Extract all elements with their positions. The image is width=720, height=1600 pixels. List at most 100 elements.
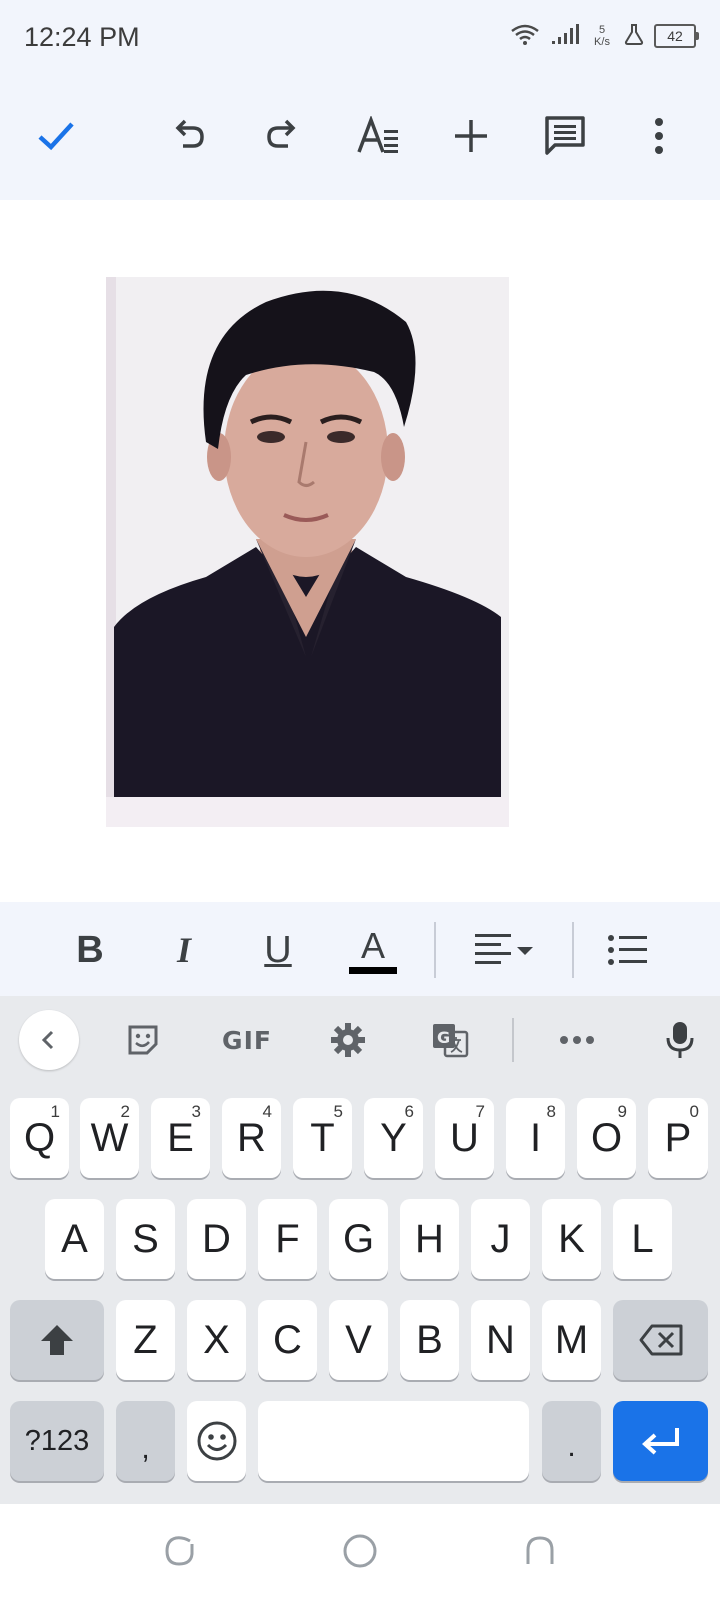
backspace-key[interactable] — [613, 1300, 708, 1380]
translate-button[interactable]: G — [420, 1010, 480, 1070]
italic-button[interactable]: I — [162, 922, 206, 978]
portrait-photo[interactable] — [106, 277, 509, 827]
chevron-left-icon — [41, 1030, 54, 1050]
key-o[interactable]: O9 — [577, 1098, 636, 1178]
gif-button[interactable]: GIF — [212, 1010, 282, 1070]
key-x[interactable]: X — [187, 1300, 246, 1380]
key-t[interactable]: T5 — [293, 1098, 352, 1178]
key-h[interactable]: H — [400, 1199, 459, 1279]
text-format-button[interactable] — [352, 110, 404, 162]
key-label: , — [141, 1432, 150, 1465]
more-tools-button[interactable] — [547, 1010, 607, 1070]
signal-icon — [550, 23, 580, 50]
voice-input-button[interactable] — [650, 1010, 710, 1070]
key-d[interactable]: D — [187, 1199, 246, 1279]
key-a[interactable]: A — [45, 1199, 104, 1279]
recents-button[interactable] — [155, 1526, 205, 1576]
key-label: M — [554, 1317, 589, 1362]
redo-icon — [267, 119, 296, 148]
format-divider — [434, 922, 436, 978]
comment-icon — [545, 116, 585, 155]
key-label: H — [415, 1216, 444, 1261]
keyboard-settings-button[interactable] — [318, 1010, 378, 1070]
key-label: D — [202, 1216, 231, 1261]
more-vert-icon — [655, 118, 663, 154]
key-i[interactable]: I8 — [506, 1098, 565, 1178]
insert-button[interactable] — [445, 110, 497, 162]
key-l[interactable]: L — [613, 1199, 672, 1279]
gif-label: GIF — [222, 1025, 272, 1055]
sticker-icon — [128, 1025, 158, 1055]
format-divider — [572, 922, 574, 978]
key-label: T — [310, 1115, 335, 1160]
key-c[interactable]: C — [258, 1300, 317, 1380]
recents-icon — [165, 1536, 194, 1566]
system-navigation-bar — [0, 1504, 720, 1600]
network-speed: 5 K/s — [590, 24, 614, 48]
key-hint: 5 — [333, 1102, 343, 1121]
wifi-icon — [510, 23, 540, 50]
key-v[interactable]: V — [329, 1300, 388, 1380]
sticker-button[interactable] — [113, 1010, 173, 1070]
redo-button[interactable] — [256, 110, 308, 162]
align-button[interactable] — [470, 922, 540, 978]
keyboard-back-button[interactable] — [19, 1010, 79, 1070]
bold-button[interactable]: B — [68, 922, 112, 978]
key-r[interactable]: R4 — [222, 1098, 281, 1178]
key-g[interactable]: G — [329, 1199, 388, 1279]
key-m[interactable]: M — [542, 1300, 601, 1380]
key-hint: 2 — [120, 1102, 130, 1121]
comment-button[interactable] — [539, 110, 591, 162]
text-color-button[interactable]: A — [348, 922, 398, 978]
status-time: 12:24 PM — [24, 22, 140, 52]
symbols-key[interactable]: ?123 — [10, 1401, 104, 1481]
key-hint: 7 — [475, 1102, 485, 1121]
home-button[interactable] — [335, 1526, 385, 1576]
translate-icon: G — [433, 1024, 469, 1058]
key-z[interactable]: Z — [116, 1300, 175, 1380]
done-button[interactable] — [30, 110, 82, 162]
underline-button[interactable]: U — [256, 922, 300, 978]
bulleted-list-icon — [608, 935, 647, 965]
status-bar: 12:24 PM 5 K/s 42 — [0, 0, 720, 72]
key-b[interactable]: B — [400, 1300, 459, 1380]
enter-key[interactable] — [613, 1401, 708, 1481]
flask-icon — [624, 23, 644, 50]
status-icons: 5 K/s 42 — [510, 20, 699, 52]
key-y[interactable]: Y6 — [364, 1098, 423, 1178]
undo-icon — [175, 119, 204, 148]
key-label: J — [490, 1216, 511, 1261]
comma-key[interactable]: , — [116, 1401, 175, 1481]
shift-key[interactable] — [10, 1300, 104, 1380]
key-label: R — [237, 1115, 266, 1160]
key-n[interactable]: N — [471, 1300, 530, 1380]
period-key[interactable]: . — [542, 1401, 601, 1481]
back-button[interactable] — [515, 1526, 565, 1576]
space-key[interactable] — [258, 1401, 529, 1481]
undo-button[interactable] — [163, 110, 215, 162]
emoji-key[interactable] — [187, 1401, 246, 1481]
more-options-button[interactable] — [633, 110, 685, 162]
key-hint: 6 — [404, 1102, 414, 1121]
underline-label: U — [264, 928, 292, 971]
microphone-icon — [666, 1022, 694, 1058]
key-k[interactable]: K — [542, 1199, 601, 1279]
key-hint: 1 — [50, 1102, 60, 1121]
key-label: I — [529, 1115, 542, 1160]
key-e[interactable]: E3 — [151, 1098, 210, 1178]
editor-toolbar — [0, 72, 720, 200]
key-label: L — [631, 1216, 654, 1261]
backspace-icon — [639, 1324, 682, 1356]
key-label: U — [450, 1115, 479, 1160]
add-icon — [455, 120, 487, 152]
enter-arrow-icon — [641, 1428, 679, 1455]
key-j[interactable]: J — [471, 1199, 530, 1279]
key-q[interactable]: Q1 — [10, 1098, 69, 1178]
key-f[interactable]: F — [258, 1199, 317, 1279]
list-button[interactable] — [606, 922, 650, 978]
key-w[interactable]: W2 — [80, 1098, 139, 1178]
key-s[interactable]: S — [116, 1199, 175, 1279]
key-u[interactable]: U7 — [435, 1098, 494, 1178]
key-p[interactable]: P0 — [648, 1098, 708, 1178]
key-label: S — [132, 1216, 159, 1261]
